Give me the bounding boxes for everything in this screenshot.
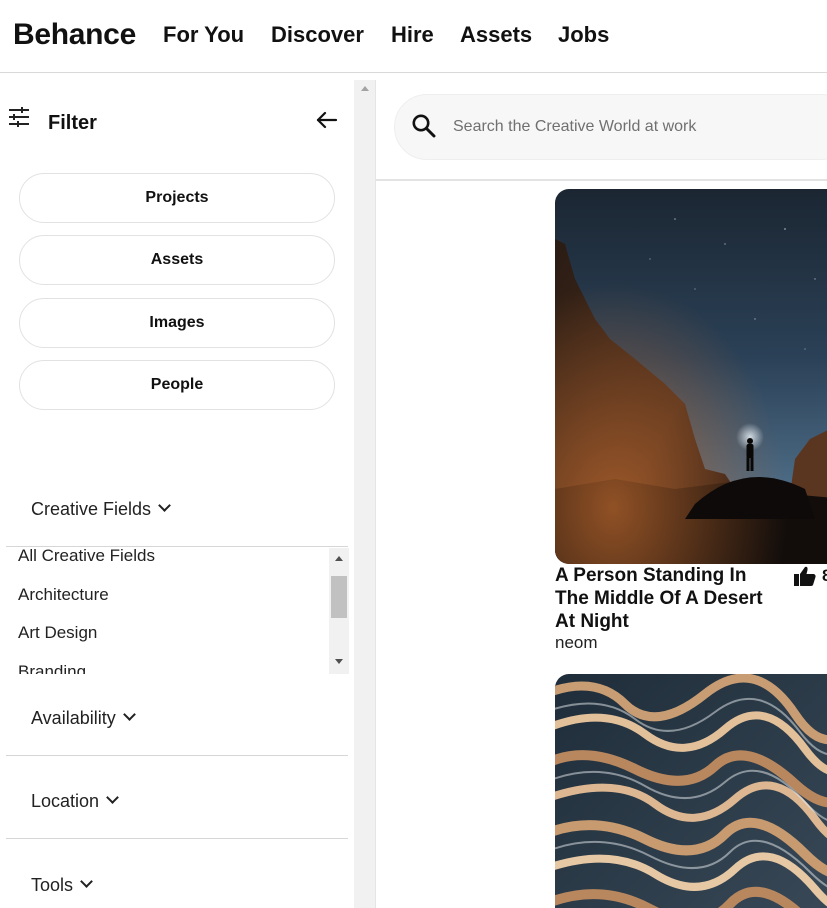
project-cover-image[interactable] <box>555 674 827 908</box>
chevron-down-icon <box>158 499 171 512</box>
sliders-icon <box>9 107 29 127</box>
chevron-down-icon <box>122 708 136 721</box>
nav-jobs[interactable]: Jobs <box>558 22 609 48</box>
tools-toggle[interactable]: Tools <box>31 875 93 896</box>
creative-fields-list[interactable]: All Creative Fields Architecture Art Des… <box>6 548 349 674</box>
location-toggle[interactable]: Location <box>31 791 119 812</box>
project-cover-image[interactable] <box>555 189 827 564</box>
list-item[interactable]: All Creative Fields <box>18 548 155 566</box>
project-title[interactable]: A Person Standing In The Middle Of A Des… <box>555 564 785 633</box>
chevron-down-icon <box>106 791 119 804</box>
project-owner[interactable]: neom <box>555 633 598 653</box>
filter-people-button[interactable]: People <box>19 360 335 410</box>
location-label: Location <box>31 791 100 811</box>
filter-assets-button[interactable]: Assets <box>19 235 335 285</box>
divider <box>376 179 827 181</box>
filter-sidebar: Filter Projects Assets Images People Cre… <box>0 74 354 908</box>
creative-fields-label: Creative Fields <box>31 499 152 519</box>
top-navigation-bar: Behance For You Discover Hire Assets Job… <box>0 0 827 73</box>
chevron-down-icon <box>80 875 93 888</box>
list-item[interactable]: Art Design <box>18 623 97 643</box>
arrow-left-icon[interactable] <box>316 110 338 130</box>
sidebar-scrollbar[interactable] <box>354 80 376 908</box>
sand-dunes-image <box>555 674 827 908</box>
divider <box>6 838 348 839</box>
nav-discover[interactable]: Discover <box>271 22 364 48</box>
list-item[interactable]: Architecture <box>18 585 109 605</box>
availability-toggle[interactable]: Availability <box>31 708 136 729</box>
nav-assets[interactable]: Assets <box>460 22 532 48</box>
nav-for-you[interactable]: For You <box>163 22 244 48</box>
scroll-up-arrow-icon[interactable] <box>335 556 343 561</box>
scroll-thumb[interactable] <box>331 576 347 618</box>
search-bar[interactable] <box>394 94 827 160</box>
nav-hire[interactable]: Hire <box>391 22 434 48</box>
filter-header: Filter <box>8 106 338 138</box>
scroll-down-arrow-icon[interactable] <box>335 659 343 664</box>
divider <box>6 546 348 547</box>
tools-label: Tools <box>31 875 74 895</box>
like-count: 8 <box>822 566 827 585</box>
filter-title: Filter <box>48 112 97 134</box>
availability-label: Availability <box>31 708 116 728</box>
scroll-up-arrow-icon[interactable] <box>361 86 369 91</box>
filter-projects-button[interactable]: Projects <box>19 173 335 223</box>
list-item[interactable]: Branding <box>18 662 86 674</box>
behance-logo[interactable]: Behance <box>13 18 136 52</box>
creative-fields-toggle[interactable]: Creative Fields <box>31 499 171 520</box>
thumbs-up-icon[interactable] <box>794 566 816 586</box>
divider <box>6 755 348 756</box>
search-input[interactable] <box>453 115 827 139</box>
filter-images-button[interactable]: Images <box>19 298 335 348</box>
search-icon <box>412 114 436 138</box>
list-scrollbar[interactable] <box>329 548 349 674</box>
desert-night-image <box>555 189 827 564</box>
